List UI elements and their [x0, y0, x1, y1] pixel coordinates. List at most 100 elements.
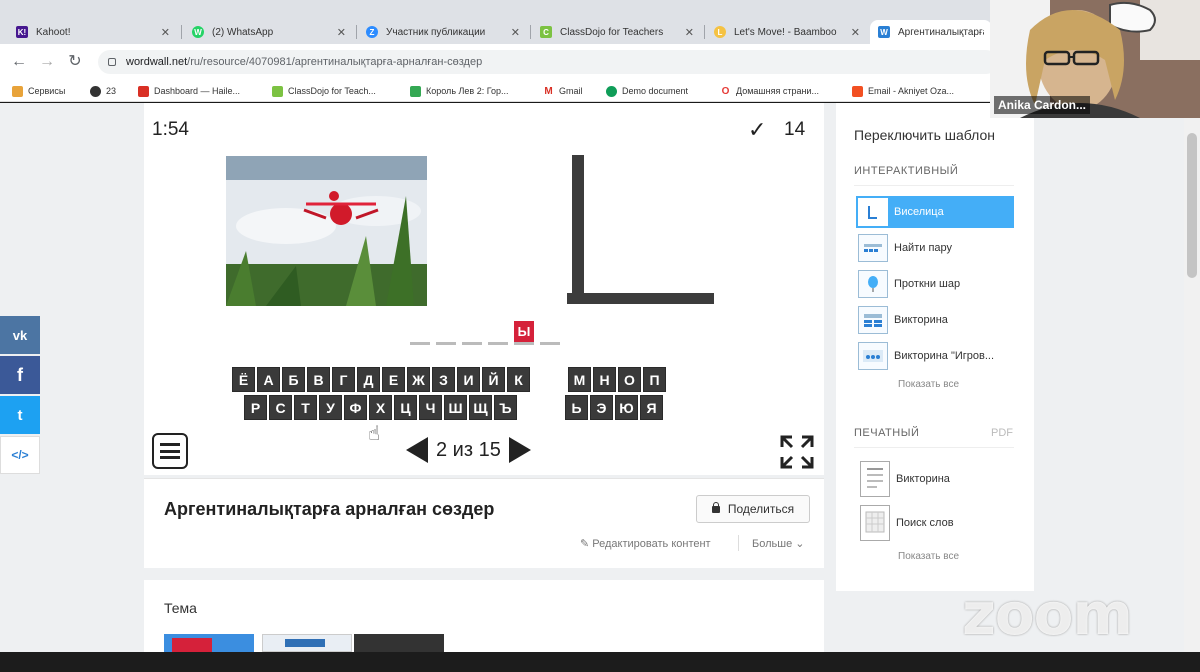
letter-key[interactable]: Ш [444, 395, 467, 420]
pdf-label: PDF [991, 427, 1013, 439]
close-icon[interactable]: ✕ [851, 26, 860, 39]
printable-quiz-label[interactable]: Викторина [896, 473, 950, 485]
used-letter-gap [519, 395, 563, 420]
page-scrollbar[interactable] [1184, 103, 1200, 652]
tab-title: Участник публикации [386, 26, 486, 38]
letter-key[interactable]: Р [244, 395, 267, 420]
vk-share-button[interactable]: vk [0, 316, 40, 354]
template-hangman[interactable]: Виселица [856, 196, 1014, 228]
letter-key[interactable]: Г [332, 367, 355, 392]
prev-triangle-icon[interactable] [406, 437, 428, 463]
letter-key[interactable]: Ч [419, 395, 442, 420]
letter-slot [488, 321, 508, 345]
game-score: 14 [784, 119, 806, 140]
word-search-icon[interactable] [860, 505, 890, 541]
letter-key[interactable]: Э [590, 395, 613, 420]
printable-quiz-icon[interactable] [860, 461, 890, 497]
theme-thumbnail[interactable] [262, 634, 352, 652]
bookmark-demo-document[interactable]: Demo document [606, 84, 688, 98]
letter-key[interactable]: Й [482, 367, 505, 392]
bookmark-dashboard[interactable]: Dashboard — Haile... [138, 84, 240, 98]
tab-wordwall[interactable]: W Аргентиналықтарға [870, 20, 992, 44]
letter-key[interactable]: Б [282, 367, 305, 392]
letter-key[interactable]: Ъ [494, 395, 517, 420]
letter-key[interactable]: В [307, 367, 330, 392]
letter-key[interactable]: П [643, 367, 666, 392]
twitter-share-button[interactable]: t [0, 396, 40, 434]
letter-key[interactable]: К [507, 367, 530, 392]
edit-content-link[interactable]: ✎ Редактировать контент [580, 537, 711, 550]
letter-key[interactable]: Щ [469, 395, 492, 420]
template-balloon-pop[interactable]: Проткни шар [856, 268, 1014, 300]
show-all-link[interactable]: Показать все [898, 379, 959, 390]
letter-key[interactable]: Ь [565, 395, 588, 420]
close-icon[interactable]: ✕ [511, 26, 520, 39]
menu-line [160, 443, 180, 446]
facebook-share-button[interactable]: f [0, 356, 40, 394]
theme-thumbnail[interactable] [354, 634, 444, 652]
divider [738, 535, 739, 551]
bookmark-lion-king[interactable]: Король Лев 2: Гор... [410, 84, 509, 98]
letter-key[interactable]: Д [357, 367, 380, 392]
letter-key[interactable]: У [319, 395, 342, 420]
template-quiz[interactable]: Викторина [856, 304, 1014, 336]
letter-key[interactable]: О [618, 367, 641, 392]
letter-key[interactable]: И [457, 367, 480, 392]
letter-key[interactable]: Ж [407, 367, 430, 392]
tab-classdojo[interactable]: C ClassDojo for Teachers ✕ [532, 20, 702, 44]
letter-key[interactable]: Ё [232, 367, 255, 392]
letter-key[interactable]: Ю [615, 395, 638, 420]
gmail-icon: M [543, 85, 554, 97]
close-icon[interactable]: ✕ [685, 26, 694, 39]
pager-label: 2 из 15 [436, 438, 501, 461]
embed-button[interactable]: </> [0, 436, 40, 474]
close-icon[interactable]: ✕ [337, 26, 346, 39]
template-game-quiz[interactable]: Викторина "Игров... [856, 340, 1014, 372]
letter-key[interactable]: Ф [344, 395, 367, 420]
letter-key[interactable]: З [432, 367, 455, 392]
tab-kahoot[interactable]: K! Kahoot! ✕ [8, 20, 178, 44]
letter-key[interactable]: С [269, 395, 292, 420]
letter-key[interactable]: Я [640, 395, 663, 420]
bookmark-gmail[interactable]: M Gmail [543, 84, 583, 98]
theme-thumbnail[interactable] [164, 634, 254, 652]
facebook-icon: f [17, 364, 23, 385]
letter-key[interactable]: А [257, 367, 280, 392]
letter-key[interactable]: Н [593, 367, 616, 392]
letter-key[interactable]: Е [382, 367, 405, 392]
bookmark-email[interactable]: Email - Akniyet Oza... [852, 84, 954, 98]
used-letter-gap [532, 367, 566, 392]
tab-baamboozle[interactable]: L Let's Move! - Baamboo ✕ [706, 20, 868, 44]
bookmark-classdojo[interactable]: ClassDojo for Teach... [272, 84, 376, 98]
back-arrow-icon[interactable]: ← [10, 53, 28, 71]
template-find-match[interactable]: Найти пару [856, 232, 1014, 264]
kahoot-icon: K! [16, 26, 28, 38]
forward-arrow-icon[interactable]: → [38, 53, 56, 71]
show-all-link[interactable]: Показать все [898, 551, 959, 562]
theme-card: Тема [144, 580, 824, 652]
tab-zoom[interactable]: Z Участник публикации ✕ [358, 20, 528, 44]
letter-key[interactable]: Х [369, 395, 392, 420]
bookmark-23[interactable]: 23 [90, 84, 116, 98]
find-match-icon [858, 234, 888, 262]
next-triangle-icon[interactable] [508, 437, 531, 463]
letter-key[interactable]: Ц [394, 395, 417, 420]
microsoft-icon [852, 85, 863, 97]
word-search-label[interactable]: Поиск слов [896, 517, 954, 529]
fullscreen-icon[interactable] [780, 435, 814, 469]
game-menu-button[interactable] [152, 433, 188, 469]
close-icon[interactable]: ✕ [161, 26, 170, 39]
more-dropdown[interactable]: Больше ⌄ [752, 537, 804, 550]
hangman-game: 1:54 ✓ 14 Ы Ё А Б В Г Д Е Ж З И Й К М Н … [144, 103, 824, 475]
letter-slot [540, 321, 560, 345]
scrollbar-thumb[interactable] [1187, 133, 1197, 278]
share-button[interactable]: Поделиться [696, 495, 810, 523]
reload-icon[interactable]: ↻ [66, 53, 84, 71]
apps-grid-icon [12, 85, 23, 97]
tab-whatsapp[interactable]: W (2) WhatsApp ✕ [184, 20, 354, 44]
bookmark-services[interactable]: Сервисы [12, 84, 65, 98]
letter-key[interactable]: Т [294, 395, 317, 420]
bookmark-home[interactable]: O Домашняя страни... [720, 84, 819, 98]
letter-key[interactable]: М [568, 367, 591, 392]
address-bar[interactable]: wordwall.net /ru/resource/4070981/аргент… [98, 50, 998, 74]
